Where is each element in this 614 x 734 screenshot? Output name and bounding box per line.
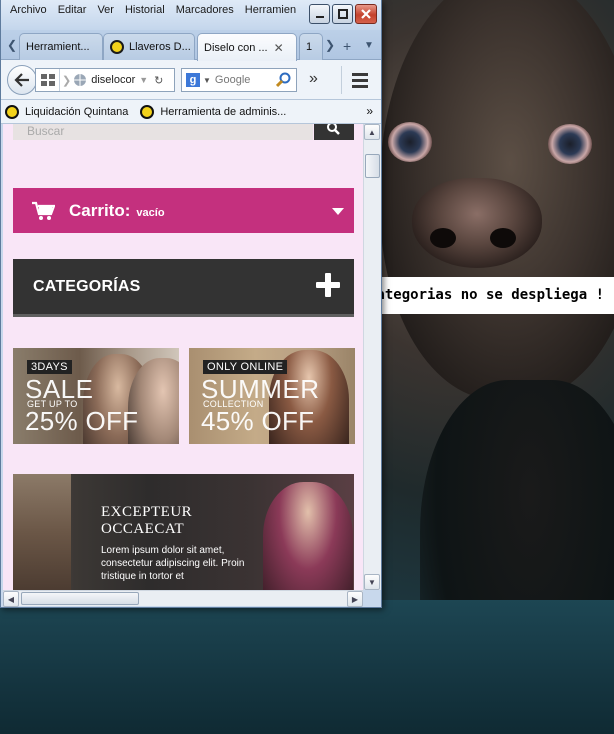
water-area bbox=[0, 600, 614, 734]
minimize-icon bbox=[315, 16, 324, 18]
bookmark-favicon-icon bbox=[140, 104, 155, 119]
promo-model-image bbox=[263, 482, 353, 590]
new-tab-icon[interactable]: + bbox=[343, 38, 351, 54]
menu-historial[interactable]: Historial bbox=[120, 2, 171, 18]
engine-dropdown-icon[interactable]: ▼ bbox=[203, 76, 211, 85]
tab-herramientas[interactable]: Herramient... bbox=[19, 33, 103, 60]
tab-close-icon[interactable]: ✕ bbox=[274, 41, 284, 55]
dog-nose bbox=[412, 178, 542, 268]
tab-label: Herramient... bbox=[26, 41, 90, 53]
search-icon bbox=[327, 124, 340, 135]
close-icon bbox=[361, 9, 371, 19]
site-favicon-icon bbox=[110, 40, 124, 54]
window-controls bbox=[309, 4, 377, 24]
bookmark-favicon-icon bbox=[5, 104, 19, 119]
dog-nostril-left bbox=[430, 228, 456, 248]
banner-discount: 25% OFF bbox=[25, 406, 139, 436]
tab-label: Llaveros D... bbox=[129, 41, 191, 53]
cart-state: vacío bbox=[136, 206, 165, 219]
menu-marcadores[interactable]: Marcadores bbox=[171, 2, 240, 18]
tab-label: 1 bbox=[306, 41, 313, 53]
site-search-placeholder: Buscar bbox=[27, 124, 65, 138]
menu-ver[interactable]: Ver bbox=[92, 2, 120, 18]
cart-dropdown-icon[interactable] bbox=[332, 208, 344, 215]
overflow-chevron-icon[interactable]: » bbox=[309, 70, 318, 88]
promo-left-image bbox=[13, 474, 71, 590]
chevron-right-icon: ❯ bbox=[62, 74, 72, 87]
maximize-button[interactable] bbox=[332, 4, 353, 24]
search-placeholder: Google bbox=[214, 74, 251, 86]
scroll-left-arrow-icon[interactable]: ◀ bbox=[3, 591, 19, 607]
hamburger-menu-button[interactable] bbox=[341, 66, 377, 94]
expand-plus-icon[interactable] bbox=[316, 273, 340, 297]
grid-icon[interactable] bbox=[36, 69, 60, 91]
vertical-scrollbar[interactable]: ▲ ▼ bbox=[363, 124, 381, 590]
promo-banner[interactable]: EXCEPTEUR OCCAECAT Lorem ipsum dolor sit… bbox=[13, 474, 354, 590]
menu-bar: Archivo Editar Ver Historial Marcadores … bbox=[5, 2, 302, 18]
reload-icon[interactable]: ↻ bbox=[154, 74, 163, 87]
bookmark-label: Liquidación Quintana bbox=[25, 105, 129, 118]
search-bar[interactable]: g ▼ Google bbox=[181, 68, 297, 92]
vertical-scroll-thumb[interactable] bbox=[365, 154, 380, 178]
tab-more[interactable]: 1 bbox=[299, 33, 323, 60]
bookmarks-overflow-icon[interactable]: » bbox=[366, 104, 373, 118]
cart-icon bbox=[32, 201, 55, 220]
menu-herramientas[interactable]: Herramien bbox=[240, 2, 302, 18]
summer-banner[interactable]: ONLY ONLINE SUMMER COLLECTION 45% OFF bbox=[189, 348, 355, 444]
menu-archivo[interactable]: Archivo bbox=[5, 2, 53, 18]
site-search-button[interactable] bbox=[314, 124, 354, 140]
annotation-label: Categorias no se despliega ! bbox=[358, 277, 614, 314]
scroll-right-arrow-icon[interactable]: ▶ bbox=[347, 591, 363, 607]
menu-editar[interactable]: Editar bbox=[53, 2, 93, 18]
promo-title: EXCEPTEUR OCCAECAT bbox=[101, 504, 193, 537]
sale-banner[interactable]: 3DAYS SALE GET UP TO 25% OFF bbox=[13, 348, 179, 444]
bookmarks-bar: Liquidación Quintana Herramienta de admi… bbox=[1, 100, 381, 124]
categories-title: CATEGORÍAS bbox=[33, 278, 141, 295]
browser-window: Archivo Editar Ver Historial Marcadores … bbox=[0, 0, 382, 608]
back-button[interactable] bbox=[7, 65, 37, 95]
tab-scroll-left-icon[interactable]: ❮ bbox=[7, 38, 17, 52]
url-text: diselocor bbox=[91, 74, 136, 86]
page-viewport: Buscar Carrito: vacío CATEGORÍAS 3DAYS S… bbox=[3, 124, 363, 590]
cart-label: Carrito: bbox=[69, 200, 131, 220]
dog-right-eye bbox=[548, 124, 592, 164]
tab-llaveros[interactable]: Llaveros D... bbox=[103, 33, 195, 60]
dog-nostril-right bbox=[490, 228, 516, 248]
maximize-icon bbox=[337, 9, 348, 19]
navigation-bar: ❯ diselocor ▼ ↻ g ▼ Google » bbox=[1, 60, 381, 100]
search-icon[interactable] bbox=[276, 72, 292, 88]
scroll-up-arrow-icon[interactable]: ▲ bbox=[364, 124, 380, 140]
horizontal-scrollbar[interactable]: ◀ ▶ bbox=[3, 590, 363, 607]
bookmark-herramienta[interactable]: Herramienta de adminis... bbox=[136, 104, 287, 119]
menu-line bbox=[351, 78, 368, 82]
minimize-button[interactable] bbox=[309, 4, 330, 24]
banner-tag: ONLY ONLINE bbox=[203, 360, 288, 374]
cart-block[interactable]: Carrito: vacío bbox=[13, 188, 354, 233]
bookmark-liquidacion[interactable]: Liquidación Quintana bbox=[1, 104, 129, 119]
close-window-button[interactable] bbox=[355, 4, 377, 24]
horizontal-scroll-thumb[interactable] bbox=[21, 592, 139, 605]
url-bar[interactable]: ❯ diselocor ▼ ↻ bbox=[35, 68, 175, 92]
menu-line bbox=[351, 72, 368, 76]
dog-left-eye bbox=[388, 122, 432, 162]
tab-scroll-right-icon[interactable]: ❯ bbox=[325, 38, 335, 52]
tab-diselo[interactable]: Diselo con ... ✕ bbox=[197, 33, 297, 61]
banner-discount: 45% OFF bbox=[201, 406, 315, 436]
tab-strip: ❮ Herramient... Llaveros D... Diselo con… bbox=[1, 30, 381, 61]
banner-tag: 3DAYS bbox=[27, 360, 72, 374]
tab-list-icon[interactable]: ▼ bbox=[364, 40, 374, 51]
categories-block[interactable]: CATEGORÍAS bbox=[13, 259, 354, 317]
dropdown-icon[interactable]: ▼ bbox=[139, 75, 148, 85]
back-arrow-icon bbox=[14, 73, 29, 87]
menu-line bbox=[351, 84, 368, 88]
bookmark-label: Herramienta de adminis... bbox=[160, 105, 287, 118]
promo-text: Lorem ipsum dolor sit amet, consectetur … bbox=[101, 545, 245, 582]
tab-label: Diselo con ... bbox=[204, 41, 268, 54]
site-search-input[interactable]: Buscar bbox=[13, 124, 313, 140]
scroll-down-arrow-icon[interactable]: ▼ bbox=[364, 574, 380, 590]
title-bar: Archivo Editar Ver Historial Marcadores … bbox=[1, 0, 381, 30]
globe-icon bbox=[74, 74, 87, 86]
google-icon: g bbox=[186, 73, 200, 87]
